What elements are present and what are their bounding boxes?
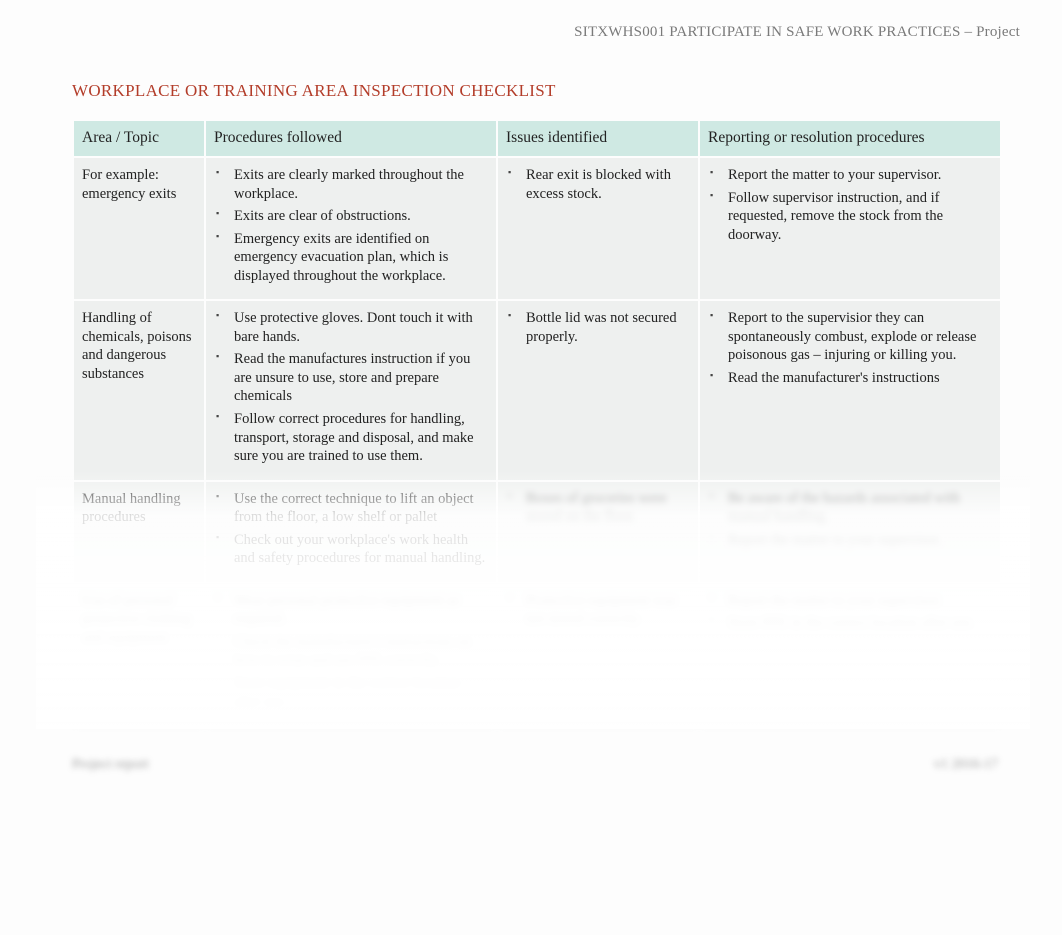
table-row: For example: emergency exits Exits are c… <box>74 158 1000 299</box>
table-row: Handling of chemicals, poisons and dange… <box>74 301 1000 479</box>
col-header-reporting: Reporting or resolution procedures <box>700 121 1000 156</box>
checklist-table: Area / Topic Procedures followed Issues … <box>72 119 1002 727</box>
cell-procedures: Exits are clearly marked throughout the … <box>206 158 496 299</box>
cell-issues: Boxes of groceries were stored on the fl… <box>498 482 698 582</box>
list-item: Follow supervisor instruction, and if re… <box>708 189 992 249</box>
cell-issues: Rear exit is blocked with excess stock. <box>498 158 698 299</box>
list-item: Report the matter to your supervisor. <box>708 531 992 554</box>
footer-left: Project report <box>72 757 149 773</box>
list-item: Exits are clear of obstructions. <box>214 207 488 230</box>
list-item: Exits are clearly marked throughout the … <box>214 166 488 207</box>
cell-procedures: Use the correct technique to lift an obj… <box>206 482 496 582</box>
checklist-table-wrap: Area / Topic Procedures followed Issues … <box>72 119 998 727</box>
table-row: Manual handling procedures Use the corre… <box>74 482 1000 582</box>
cell-reporting: Report the matter to your supervisor. St… <box>700 584 1000 725</box>
col-header-area: Area / Topic <box>74 121 204 156</box>
cell-reporting: Be aware of the hazards associated with … <box>700 482 1000 582</box>
list-item: Bottle lid was not secured properly. <box>506 309 690 350</box>
list-item: Rear exit is blocked with excess stock. <box>506 166 690 207</box>
list-item: Boxes of groceries were stored on the fl… <box>506 490 690 531</box>
cell-area: Use of personal protective clothing and … <box>74 584 204 725</box>
table-row: Use of personal protective clothing and … <box>74 584 1000 725</box>
cell-area: Handling of chemicals, poisons and dange… <box>74 301 204 479</box>
col-header-issues: Issues identified <box>498 121 698 156</box>
cell-reporting: Report the matter to your supervisor. Fo… <box>700 158 1000 299</box>
list-item: Follow correct procedures for handling, … <box>214 410 488 470</box>
list-item: Emergency exits are identified on emerge… <box>214 230 488 290</box>
list-item: Read the manufactures instruction if you… <box>214 350 488 410</box>
list-item: Be aware of the hazards associated with … <box>708 490 992 531</box>
list-item: Report the matter to your supervisor. <box>708 166 992 189</box>
cell-area: For example: emergency exits <box>74 158 204 299</box>
list-item: Protective equipment was not stored corr… <box>506 592 690 633</box>
list-item: Report to the supervisior they can spont… <box>708 309 992 369</box>
cell-procedures: Use protective gloves. Dont touch it wit… <box>206 301 496 479</box>
list-item: Report the matter to your supervisor. <box>708 592 992 615</box>
running-header: SITXWHS001 PARTICIPATE IN SAFE WORK PRAC… <box>36 24 1026 41</box>
col-header-procedures: Procedures followed <box>206 121 496 156</box>
cell-reporting: Report to the supervisior they can spont… <box>700 301 1000 479</box>
list-item: Wear personal protective equipment as re… <box>214 592 488 633</box>
list-item: Use protective gloves. Dont touch it wit… <box>214 309 488 350</box>
page-title: WORKPLACE OR TRAINING AREA INSPECTION CH… <box>72 81 1026 101</box>
list-item: Use the correct technique to lift an obj… <box>214 490 488 531</box>
list-item: Store equipment in the correct location … <box>214 674 488 715</box>
cell-issues: Protective equipment was not stored corr… <box>498 584 698 725</box>
list-item: Store PPE in the correct location after … <box>708 614 992 637</box>
footer-right: v1 2016-17 <box>934 757 998 773</box>
table-header-row: Area / Topic Procedures followed Issues … <box>74 121 1000 156</box>
cell-area: Manual handling procedures <box>74 482 204 582</box>
page-footer: Project report v1 2016-17 <box>72 757 998 773</box>
list-item: Check out your workplace's work health a… <box>214 531 488 572</box>
list-item: Read the manufacturer's instructions <box>708 369 992 392</box>
cell-issues: Bottle lid was not secured properly. <box>498 301 698 479</box>
list-item: Check the manufacturer's instructions on… <box>214 633 488 674</box>
cell-procedures: Wear personal protective equipment as re… <box>206 584 496 725</box>
